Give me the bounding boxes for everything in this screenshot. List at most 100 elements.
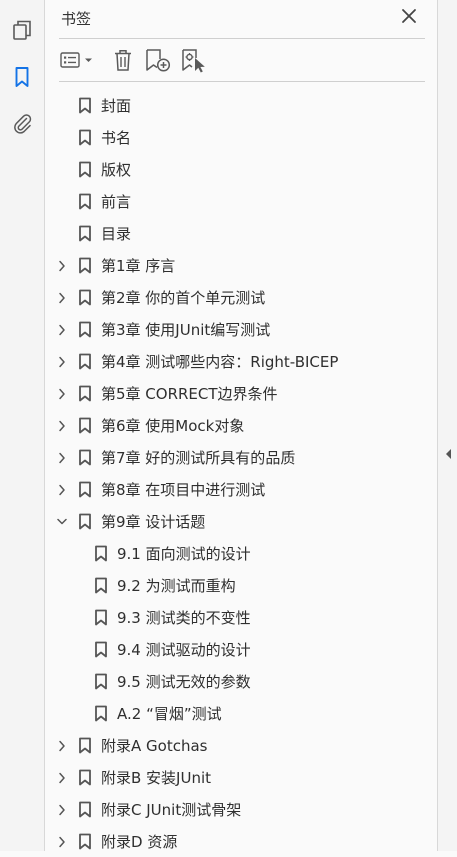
delete-icon[interactable] <box>110 47 136 73</box>
bookmark-icon <box>78 321 92 338</box>
bookmark-label: 书名 <box>101 129 132 147</box>
bookmark-item[interactable]: 第2章 你的首个单元测试 <box>45 281 435 313</box>
bookmark-label: 9.2 为测试而重构 <box>117 577 236 595</box>
toolbar-divider <box>59 81 425 82</box>
attachment-icon[interactable] <box>10 111 34 135</box>
bookmark-icon <box>78 769 92 786</box>
bookmark-subitem[interactable]: 9.4 测试驱动的设计 <box>45 633 435 665</box>
chevron-right-icon[interactable] <box>57 484 67 496</box>
bookmark-label: 附录B 安装JUnit <box>101 769 212 787</box>
bookmark-icon <box>94 641 108 658</box>
bookmark-item[interactable]: 第6章 使用Mock对象 <box>45 409 435 441</box>
bookmark-item[interactable]: 第1章 序言 <box>45 249 435 281</box>
options-menu-button[interactable] <box>59 47 97 73</box>
chevron-right-icon[interactable] <box>57 452 67 464</box>
bookmark-label: 9.4 测试驱动的设计 <box>117 641 251 659</box>
bookmark-icon <box>78 289 92 306</box>
bookmark-label: 第5章 CORRECT边界条件 <box>101 385 278 403</box>
bookmark-icon <box>94 609 108 626</box>
bookmark-icon <box>78 385 92 402</box>
chevron-right-icon[interactable] <box>57 740 67 752</box>
bookmark-label: 版权 <box>101 161 132 179</box>
bookmark-item[interactable]: 目录 <box>45 217 435 249</box>
chevron-right-icon[interactable] <box>57 836 67 848</box>
bookmark-item[interactable]: 附录C JUnit测试骨架 <box>45 793 435 825</box>
bookmark-icon <box>94 545 108 562</box>
bookmark-icon <box>78 833 92 850</box>
bookmark-item[interactable]: 版权 <box>45 153 435 185</box>
close-icon[interactable] <box>400 7 418 25</box>
bookmark-icon <box>78 257 92 274</box>
bookmark-icon <box>78 161 92 178</box>
bookmark-label: 第2章 你的首个单元测试 <box>101 289 266 307</box>
bookmark-icon <box>78 353 92 370</box>
bookmark-label: 第7章 好的测试所具有的品质 <box>101 449 296 467</box>
bookmark-label: 第8章 在项目中进行测试 <box>101 481 266 499</box>
bookmark-label: 封面 <box>101 97 132 115</box>
bookmark-icon <box>78 801 92 818</box>
bookmark-label: 目录 <box>101 225 132 243</box>
bookmark-item[interactable]: 第9章 设计话题 <box>45 505 435 537</box>
bookmark-item[interactable]: 第7章 好的测试所具有的品质 <box>45 441 435 473</box>
bookmark-icon <box>78 129 92 146</box>
bookmark-icon <box>78 97 92 114</box>
bookmark-icon <box>94 577 108 594</box>
bookmark-label: 前言 <box>101 193 132 211</box>
bookmark-label: 第3章 使用JUnit编写测试 <box>101 321 271 339</box>
bookmark-label: A.2 “冒烟”测试 <box>117 705 222 723</box>
bookmark-icon <box>78 193 92 210</box>
bookmark-subitem[interactable]: 9.3 测试类的不变性 <box>45 601 435 633</box>
pages-icon[interactable] <box>10 18 34 42</box>
bookmark-icon <box>78 417 92 434</box>
bookmark-icon <box>78 737 92 754</box>
chevron-right-icon[interactable] <box>57 772 67 784</box>
bookmark-item[interactable]: 封面 <box>45 89 435 121</box>
bookmark-item[interactable]: 附录B 安装JUnit <box>45 761 435 793</box>
chevron-right-icon[interactable] <box>57 804 67 816</box>
bookmark-label: 附录C JUnit测试骨架 <box>101 801 242 819</box>
chevron-down-icon[interactable] <box>57 516 67 528</box>
bookmark-item[interactable]: 附录D 资源 <box>45 825 435 857</box>
navigation-rail <box>0 0 45 851</box>
title-divider <box>59 38 425 39</box>
chevron-right-icon[interactable] <box>57 292 67 304</box>
bookmark-item[interactable]: 第4章 测试哪些内容：Right-BICEP <box>45 345 435 377</box>
bookmark-label: 附录A Gotchas <box>101 737 208 755</box>
chevron-right-icon[interactable] <box>57 388 67 400</box>
bookmark-label: 第6章 使用Mock对象 <box>101 417 245 435</box>
bookmark-icon[interactable] <box>10 65 34 89</box>
bookmark-icon <box>78 225 92 242</box>
bookmark-icon <box>78 449 92 466</box>
bookmark-subitem[interactable]: 9.5 测试无效的参数 <box>45 665 435 697</box>
chevron-right-icon[interactable] <box>57 420 67 432</box>
bookmark-subitem[interactable]: A.2 “冒烟”测试 <box>45 697 435 729</box>
bookmark-label: 附录D 资源 <box>101 833 178 851</box>
bookmark-item[interactable]: 前言 <box>45 185 435 217</box>
collapse-arrow-icon[interactable] <box>444 447 454 461</box>
bookmark-label: 第4章 测试哪些内容：Right-BICEP <box>101 353 339 371</box>
bookmark-label: 9.1 面向测试的设计 <box>117 545 251 563</box>
bookmark-item[interactable]: 第5章 CORRECT边界条件 <box>45 377 435 409</box>
panel-collapse-strip <box>437 0 457 851</box>
chevron-right-icon[interactable] <box>57 356 67 368</box>
bookmark-icon <box>78 481 92 498</box>
chevron-right-icon[interactable] <box>57 260 67 272</box>
bookmark-label: 9.5 测试无效的参数 <box>117 673 251 691</box>
bookmark-icon <box>94 705 108 722</box>
new-bookmark-icon[interactable] <box>144 47 172 73</box>
new-bookmark-from-structure-icon[interactable] <box>180 47 208 73</box>
bookmark-icon <box>78 513 92 530</box>
bookmark-item[interactable]: 第8章 在项目中进行测试 <box>45 473 435 505</box>
bookmarks-panel: 书签 封面 书名 版权 前言 目录 第1章 序言 第2章 你的首个单元测试 第3… <box>45 0 437 851</box>
bookmark-label: 第1章 序言 <box>101 257 176 275</box>
bookmark-item[interactable]: 第3章 使用JUnit编写测试 <box>45 313 435 345</box>
bookmark-subitem[interactable]: 9.2 为测试而重构 <box>45 569 435 601</box>
bookmark-item[interactable]: 书名 <box>45 121 435 153</box>
bookmark-label: 第9章 设计话题 <box>101 513 206 531</box>
bookmark-icon <box>94 673 108 690</box>
panel-title: 书签 <box>61 10 92 28</box>
bookmark-label: 9.3 测试类的不变性 <box>117 609 251 627</box>
bookmark-subitem[interactable]: 9.1 面向测试的设计 <box>45 537 435 569</box>
bookmark-item[interactable]: 附录A Gotchas <box>45 729 435 761</box>
chevron-right-icon[interactable] <box>57 324 67 336</box>
